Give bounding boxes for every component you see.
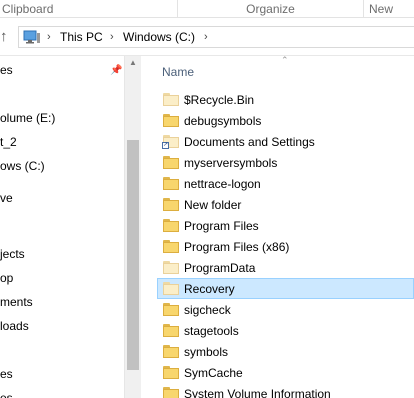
file-row[interactable]: ↗ Documents and Settings xyxy=(157,131,414,152)
nav-item[interactable]: ments xyxy=(0,292,33,312)
this-pc-icon xyxy=(23,30,40,44)
address-bar[interactable]: › This PC › Windows (C:) › xyxy=(18,26,414,48)
file-row[interactable]: debugsymbols xyxy=(157,110,414,131)
folder-icon xyxy=(163,345,179,358)
file-row[interactable]: System Volume Information xyxy=(157,383,414,398)
chevron-right-icon[interactable]: › xyxy=(204,27,208,47)
folder-icon xyxy=(163,198,179,211)
address-bar-row: ↑ › This PC › Windows (C:) › xyxy=(0,18,414,56)
nav-item[interactable]: es xyxy=(0,364,13,384)
file-name: symbols xyxy=(184,345,229,359)
file-row[interactable]: ProgramData xyxy=(157,257,414,278)
nav-item[interactable]: ows (C:) xyxy=(0,156,45,176)
pin-icon[interactable]: 📌 xyxy=(110,65,122,77)
sort-ascending-icon: ⌃ xyxy=(281,55,289,65)
nav-item[interactable]: jects xyxy=(0,244,25,264)
folder-icon xyxy=(163,219,179,232)
file-row[interactable]: Program Files (x86) xyxy=(157,236,414,257)
scrollbar-thumb[interactable] xyxy=(127,140,139,370)
nav-item[interactable]: es xyxy=(0,388,13,398)
file-name: nettrace-logon xyxy=(184,177,261,191)
file-row[interactable]: stagetools xyxy=(157,320,414,341)
folder-icon xyxy=(163,387,179,398)
shortcut-folder-icon: ↗ xyxy=(162,135,179,149)
chevron-right-icon[interactable]: › xyxy=(47,27,51,47)
nav-item[interactable]: op xyxy=(0,268,13,288)
file-name: New folder xyxy=(184,198,242,212)
file-explorer-window: Clipboard Organize New ↑ › This PC › Win… xyxy=(0,0,414,398)
file-name: System Volume Information xyxy=(184,387,331,398)
file-row[interactable]: $Recycle.Bin xyxy=(157,89,414,110)
folder-icon xyxy=(163,303,179,316)
folder-icon xyxy=(163,156,179,169)
folder-icon xyxy=(163,324,179,337)
ribbon-group-labels: Clipboard Organize New xyxy=(0,0,414,18)
scroll-up-icon[interactable]: ▲ xyxy=(128,58,138,68)
file-name: Program Files (x86) xyxy=(184,240,290,254)
ribbon-group-new: New xyxy=(369,2,394,16)
folder-icon xyxy=(163,261,179,274)
column-header: ⌃ Name xyxy=(141,56,414,88)
file-row[interactable]: Program Files xyxy=(157,215,414,236)
folder-icon xyxy=(163,114,179,127)
navigation-scrollbar[interactable]: ▲ xyxy=(124,56,141,398)
nav-item[interactable]: t_2 xyxy=(0,132,17,152)
file-row[interactable]: nettrace-logon xyxy=(157,173,414,194)
file-name: myserversymbols xyxy=(184,156,278,170)
file-name: ProgramData xyxy=(184,261,256,275)
nav-item[interactable]: ve xyxy=(0,188,13,208)
folder-icon xyxy=(163,366,179,379)
file-row-selected[interactable]: Recovery xyxy=(157,278,414,299)
file-name: Program Files xyxy=(184,219,259,233)
folder-icon xyxy=(163,93,179,106)
column-header-name[interactable]: Name xyxy=(162,64,194,80)
ribbon-group-organize: Organize xyxy=(178,0,364,18)
file-name: SymCache xyxy=(184,366,243,380)
file-list-pane: ⌃ Name $Recycle.Bin debugsymbols ↗ Docum… xyxy=(141,56,414,398)
ribbon-group-clipboard: Clipboard xyxy=(2,0,178,18)
chevron-right-icon[interactable]: › xyxy=(110,27,114,47)
folder-icon xyxy=(163,282,179,295)
file-row[interactable]: symbols xyxy=(157,341,414,362)
file-name: debugsymbols xyxy=(184,114,262,128)
file-row[interactable]: New folder xyxy=(157,194,414,215)
file-name: Recovery xyxy=(184,282,235,296)
file-row[interactable]: myserversymbols xyxy=(157,152,414,173)
file-name: Documents and Settings xyxy=(184,135,315,149)
nav-item[interactable]: es xyxy=(0,60,13,80)
file-row[interactable]: SymCache xyxy=(157,362,414,383)
navigation-pane: es 📌 olume (E:) t_2 ows (C:) ve jects op… xyxy=(0,56,124,398)
breadcrumb-this-pc[interactable]: This PC xyxy=(60,27,103,47)
file-name: $Recycle.Bin xyxy=(184,93,255,107)
file-row[interactable]: sigcheck xyxy=(157,299,414,320)
file-name: sigcheck xyxy=(184,303,231,317)
nav-item[interactable]: olume (E:) xyxy=(0,108,55,128)
up-arrow-icon[interactable]: ↑ xyxy=(0,28,14,46)
nav-item[interactable]: loads xyxy=(0,316,29,336)
folder-icon xyxy=(163,177,179,190)
folder-icon xyxy=(163,240,179,253)
breadcrumb-windows-c[interactable]: Windows (C:) xyxy=(123,27,195,47)
file-name: stagetools xyxy=(184,324,239,338)
